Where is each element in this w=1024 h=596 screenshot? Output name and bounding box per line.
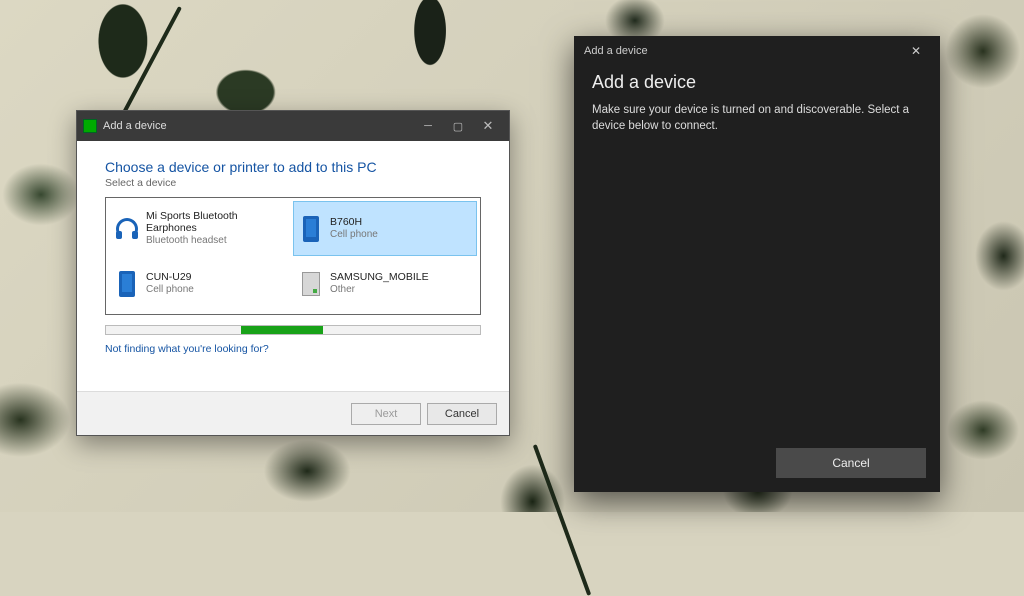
device-item[interactable]: SAMSUNG_MOBILE Other — [294, 257, 476, 310]
scan-progress — [105, 325, 481, 335]
next-button[interactable]: Next — [351, 403, 421, 425]
app-icon — [83, 119, 97, 133]
device-name: CUN-U29 — [146, 272, 194, 284]
page-heading: Add a device — [592, 72, 922, 93]
instruction-text: Make sure your device is turned on and d… — [592, 103, 922, 134]
progress-bar — [241, 326, 323, 334]
close-button[interactable]: ✕ — [473, 111, 503, 141]
device-name: Mi Sports Bluetooth Earphones — [146, 211, 286, 234]
device-name: B760H — [330, 217, 378, 229]
device-type: Other — [330, 284, 429, 295]
titlebar[interactable]: Add a device ✕ — [574, 36, 940, 66]
cancel-button[interactable]: Cancel — [427, 403, 497, 425]
headset-icon — [116, 218, 138, 240]
page-subheading: Select a device — [105, 177, 481, 189]
help-link[interactable]: Not finding what you're looking for? — [105, 343, 481, 355]
add-device-classic-dialog: Add a device ─ ▢ ✕ Choose a device or pr… — [76, 110, 510, 436]
device-type: Cell phone — [146, 284, 194, 295]
device-name: SAMSUNG_MOBILE — [330, 272, 429, 284]
window-title: Add a device — [584, 45, 648, 57]
add-device-dark-dialog: Add a device ✕ Add a device Make sure yo… — [574, 36, 940, 492]
device-list: Mi Sports Bluetooth Earphones Bluetooth … — [105, 197, 481, 315]
page-heading: Choose a device or printer to add to thi… — [105, 159, 481, 175]
dialog-footer: Next Cancel — [77, 391, 509, 435]
device-item[interactable]: Mi Sports Bluetooth Earphones Bluetooth … — [110, 202, 292, 255]
phone-icon — [303, 216, 319, 242]
device-type: Cell phone — [330, 229, 378, 240]
minimize-button[interactable]: ─ — [413, 111, 443, 141]
window-title: Add a device — [103, 120, 167, 132]
computer-icon — [302, 272, 320, 296]
device-item[interactable]: CUN-U29 Cell phone — [110, 257, 292, 310]
maximize-button[interactable]: ▢ — [443, 111, 473, 141]
cancel-button[interactable]: Cancel — [776, 448, 926, 478]
device-type: Bluetooth headset — [146, 235, 286, 246]
close-button[interactable]: ✕ — [902, 37, 930, 65]
titlebar[interactable]: Add a device ─ ▢ ✕ — [77, 111, 509, 141]
device-item[interactable]: B760H Cell phone — [294, 202, 476, 255]
phone-icon — [119, 271, 135, 297]
dialog-footer: Cancel — [574, 438, 940, 492]
